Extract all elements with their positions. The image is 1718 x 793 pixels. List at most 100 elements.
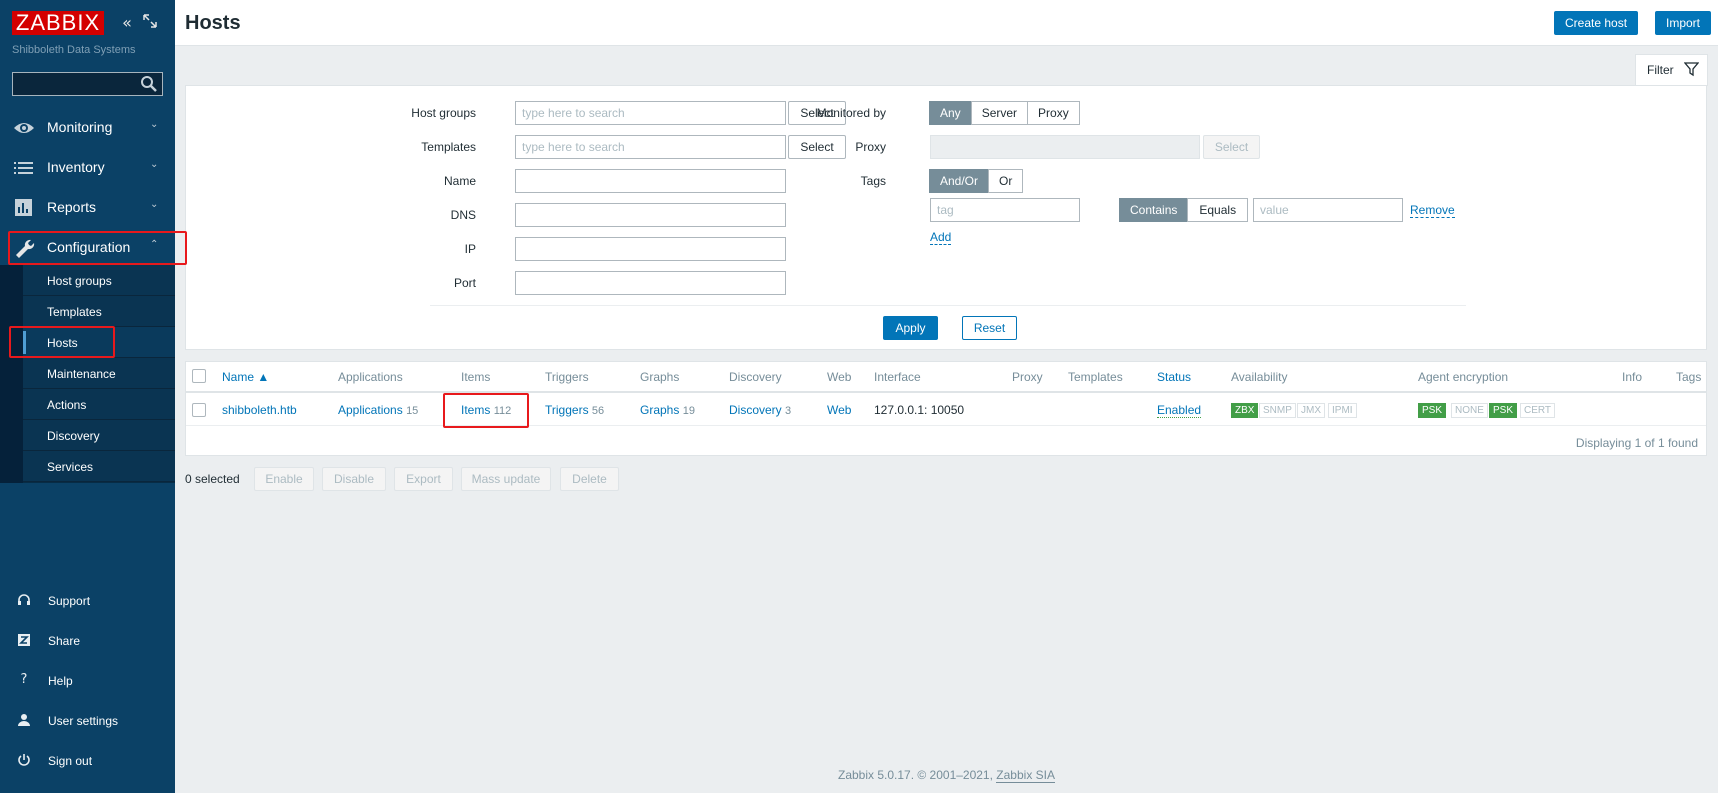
submenu-services[interactable]: Services [23, 451, 175, 482]
menu-label: Inventory [47, 159, 105, 175]
collapse-sidebar-icon[interactable]: « [118, 14, 136, 32]
zabbix-sia-link[interactable]: Zabbix SIA [996, 768, 1055, 783]
monitored-by-server[interactable]: Server [970, 101, 1029, 125]
submenu-label: Hosts [47, 336, 78, 350]
submenu-discovery[interactable]: Discovery [23, 420, 175, 451]
col-interface: Interface [874, 370, 921, 384]
menu-sign-out[interactable]: Sign out [0, 743, 175, 779]
menu-inventory[interactable]: Inventory ⌄ [0, 148, 175, 188]
status-enabled-link[interactable]: Enabled [1157, 403, 1202, 418]
graphs-link[interactable]: Graphs [640, 403, 679, 417]
monitored-by-any[interactable]: Any [929, 101, 972, 125]
table-header: Name ▲ Applications Items Triggers Graph… [186, 362, 1706, 393]
interface-cell: 127.0.0.1: 10050 [874, 403, 965, 417]
select-all-checkbox[interactable] [192, 369, 206, 383]
menu-user-settings[interactable]: User settings [0, 703, 175, 739]
triggers-link[interactable]: Triggers [545, 403, 589, 417]
tag-value-input[interactable] [1253, 198, 1403, 222]
headset-icon [17, 593, 31, 607]
applications-cell: Applications 15 [338, 403, 418, 417]
row-checkbox[interactable] [192, 403, 206, 417]
submenu-templates[interactable]: Templates [23, 296, 175, 327]
submenu-host-groups[interactable]: Host groups [23, 265, 175, 296]
list-icon [13, 158, 35, 178]
col-proxy: Proxy [1012, 370, 1043, 384]
zabbix-logo[interactable]: ZABBIX [12, 11, 104, 35]
displaying-count: Displaying 1 of 1 found [1575, 436, 1698, 450]
status-cell: Enabled [1157, 403, 1202, 418]
submenu-maintenance[interactable]: Maintenance [23, 358, 175, 389]
col-name[interactable]: Name ▲ [222, 370, 269, 384]
menu-label: Monitoring [47, 119, 113, 135]
tag-input[interactable] [930, 198, 1080, 222]
menu-monitoring[interactable]: Monitoring ⌄ [0, 108, 175, 148]
dns-input[interactable] [515, 203, 786, 227]
enable-button: Enable [254, 467, 314, 491]
sidebar-search-input[interactable] [13, 73, 138, 95]
tag-operator-equals[interactable]: Equals [1187, 198, 1249, 222]
power-icon [17, 753, 31, 767]
submenu-hosts[interactable]: Hosts [23, 327, 175, 358]
submenu-label: Discovery [47, 429, 100, 443]
monitored-by-proxy[interactable]: Proxy [1027, 101, 1080, 125]
col-status[interactable]: Status [1157, 370, 1191, 384]
menu-label: Configuration [47, 239, 131, 255]
eye-icon [13, 118, 35, 138]
kiosk-mode-icon[interactable] [141, 14, 159, 32]
ip-input[interactable] [515, 237, 786, 261]
encryption-psk-badge: PSK [1418, 403, 1447, 418]
triggers-count: 56 [591, 405, 605, 417]
col-web: Web [827, 370, 852, 384]
tags-logic-and-or[interactable]: And/Or [929, 169, 990, 193]
col-templates: Templates [1068, 370, 1123, 384]
reset-button[interactable]: Reset [962, 316, 1017, 340]
submenu-actions[interactable]: Actions [23, 389, 175, 420]
create-host-button[interactable]: Create host [1554, 11, 1639, 35]
col-triggers: Triggers [545, 370, 589, 384]
host-name: shibboleth.htb [222, 403, 297, 417]
menu-label: Reports [47, 199, 97, 215]
templates-input[interactable] [515, 135, 786, 159]
web-link[interactable]: Web [827, 403, 851, 417]
proxy-input [930, 135, 1200, 159]
submenu-label: Templates [47, 305, 102, 319]
dns-label: DNS [450, 208, 476, 222]
port-label: Port [453, 276, 476, 290]
discovery-link[interactable]: Discovery [729, 403, 782, 417]
col-discovery: Discovery [729, 370, 782, 384]
host-name-link[interactable]: shibboleth.htb [222, 403, 297, 417]
export-button: Export [394, 467, 453, 491]
applications-count: 15 [406, 405, 419, 417]
filter-tab[interactable]: Filter [1635, 54, 1708, 86]
sidebar-search[interactable] [12, 72, 163, 96]
import-button[interactable]: Import [1655, 11, 1712, 35]
search-icon[interactable] [140, 75, 158, 93]
triggers-cell: Triggers 56 [545, 403, 604, 417]
submenu-label: Maintenance [47, 367, 116, 381]
applications-link[interactable]: Applications [338, 403, 403, 417]
menu-configuration[interactable]: Configuration ⌃ [0, 228, 175, 268]
wrench-icon [13, 238, 35, 258]
web-cell: Web [827, 403, 851, 417]
menu-share[interactable]: Share [0, 623, 175, 659]
menu-reports[interactable]: Reports ⌄ [0, 188, 175, 228]
items-link[interactable]: Items [461, 403, 490, 417]
filter-divider [430, 305, 1466, 306]
remove-tag-link[interactable]: Remove [1410, 203, 1455, 218]
disable-button: Disable [322, 467, 386, 491]
tags-label: Tags [860, 174, 886, 188]
menu-support[interactable]: Support [0, 583, 175, 619]
add-tag-link[interactable]: Add [930, 230, 952, 245]
port-input[interactable] [515, 271, 786, 295]
apply-button[interactable]: Apply [883, 316, 938, 340]
funnel-icon [1683, 62, 1700, 77]
availability-snmp-badge: SNMP [1259, 403, 1296, 418]
tags-logic-or[interactable]: Or [988, 169, 1024, 193]
filter-panel: Host groups Select Templates Select Name… [185, 85, 1707, 350]
menu-label: User settings [48, 714, 119, 728]
submenu-label: Host groups [47, 274, 112, 288]
host-groups-input[interactable] [515, 101, 786, 125]
tag-operator-contains[interactable]: Contains [1119, 198, 1189, 222]
name-input[interactable] [515, 169, 786, 193]
menu-help[interactable]: ? Help [0, 663, 175, 699]
